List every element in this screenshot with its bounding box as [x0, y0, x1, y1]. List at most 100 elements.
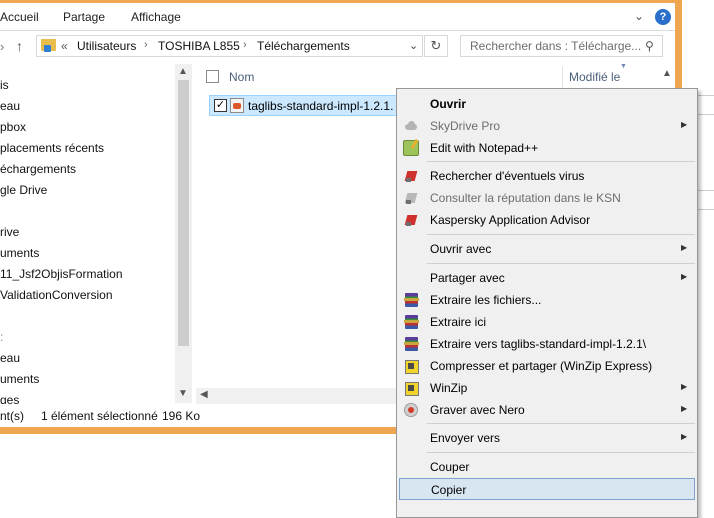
- nav-item-bureau[interactable]: eau: [0, 351, 20, 365]
- status-size: 196 Ko: [162, 409, 201, 423]
- menu-item-label: WinZip: [430, 381, 468, 395]
- nav-scroll-thumb[interactable]: [178, 80, 189, 346]
- ribbon-tabs: Accueil Partage Affichage ⌄ ?: [0, 3, 675, 31]
- search-box[interactable]: Rechercher dans : Télécharge... ⚲: [460, 35, 663, 57]
- menu-item-extraire-ici[interactable]: Extraire ici: [399, 311, 695, 333]
- menu-item-winzip[interactable]: WinZip ▶: [399, 377, 695, 399]
- column-divider[interactable]: [562, 66, 563, 88]
- up-arrow-icon[interactable]: ↑: [16, 38, 23, 54]
- nav-item-documents[interactable]: uments: [0, 372, 39, 386]
- submenu-arrow-icon: ▶: [681, 272, 688, 281]
- tab-accueil[interactable]: Accueil: [0, 10, 39, 24]
- search-input[interactable]: Rechercher dans : Télécharge...: [470, 39, 641, 53]
- menu-separator: [427, 423, 695, 424]
- menu-item-partager-avec[interactable]: Partager avec ▶: [399, 267, 695, 289]
- menu-item-label: Extraire ici: [430, 315, 487, 329]
- chevron-down-icon[interactable]: ⌄: [634, 9, 644, 23]
- submenu-arrow-icon: ▶: [681, 432, 688, 441]
- menu-item-label: SkyDrive Pro: [430, 119, 501, 133]
- nav-item-validation-conversion[interactable]: ValidationConversion: [0, 288, 113, 302]
- nav-scrollbar[interactable]: ▲ ▼: [175, 64, 192, 403]
- refresh-button[interactable]: ↻: [424, 35, 448, 57]
- address-row: › ↑ « Utilisateurs › TOSHIBA L855 › Télé…: [0, 31, 675, 62]
- nav-item-emplacements-recents[interactable]: placements récents: [0, 141, 104, 155]
- menu-item-winzip-express[interactable]: Compresser et partager (WinZip Express): [399, 355, 695, 377]
- nero-icon: [403, 402, 419, 418]
- nav-item-documents[interactable]: uments: [0, 246, 39, 260]
- menu-item-label: Ouvrir: [430, 97, 467, 111]
- menu-item-label: Extraire les fichiers...: [430, 293, 542, 307]
- sort-indicator-icon: ▼: [620, 63, 627, 70]
- submenu-arrow-icon: ▶: [681, 404, 688, 413]
- winrar-icon: [403, 292, 419, 308]
- address-bar[interactable]: « Utilisateurs › TOSHIBA L855 › Téléchar…: [36, 35, 423, 57]
- column-header-date[interactable]: Modifié le: [569, 70, 620, 84]
- winzip-icon: [403, 358, 419, 374]
- menu-item-skydrive-pro[interactable]: SkyDrive Pro ▶: [399, 115, 695, 137]
- nav-item[interactable]: :: [0, 330, 3, 344]
- file-row[interactable]: ✓ taglibs-standard-impl-1.2.1.: [209, 95, 397, 116]
- menu-separator: [427, 234, 695, 235]
- menu-item-copier[interactable]: Copier: [399, 478, 695, 500]
- menu-item-label: Rechercher d'éventuels virus: [430, 169, 585, 183]
- nav-item-dropbox[interactable]: pbox: [0, 120, 26, 134]
- menu-item-label: Envoyer vers: [430, 431, 501, 445]
- chevron-down-icon[interactable]: ⌄: [409, 39, 418, 52]
- breadcrumb-utilisateurs[interactable]: Utilisateurs: [77, 39, 136, 53]
- menu-item-kaspersky-advisor[interactable]: Kaspersky Application Advisor: [399, 209, 695, 231]
- kaspersky-icon: [403, 212, 419, 228]
- breadcrumb-separator[interactable]: ›: [144, 39, 148, 51]
- menu-item-extraire-fichiers[interactable]: Extraire les fichiers...: [399, 289, 695, 311]
- breadcrumb-telechargements[interactable]: Téléchargements: [257, 39, 350, 53]
- kaspersky-icon: [403, 190, 419, 206]
- menu-item-label: Copier: [431, 483, 467, 497]
- nav-item[interactable]: is: [0, 78, 9, 92]
- menu-item-label: Edit with Notepad++: [430, 141, 539, 155]
- notepad-plus-plus-icon: [403, 140, 419, 156]
- menu-item-ouvrir-avec[interactable]: Ouvrir avec ▶: [399, 238, 695, 260]
- nav-item-telechargements[interactable]: échargements: [0, 162, 76, 176]
- submenu-arrow-icon: ▶: [681, 243, 688, 252]
- nav-item-onedrive[interactable]: rive: [0, 225, 19, 239]
- scroll-up-icon[interactable]: ▲: [178, 66, 188, 77]
- menu-item-label: Extraire vers taglibs-standard-impl-1.2.…: [430, 337, 647, 351]
- row-checkbox[interactable]: ✓: [214, 99, 227, 112]
- menu-item-label: Couper: [430, 460, 470, 474]
- menu-item-label: Ouvrir avec: [430, 242, 492, 256]
- menu-item-graver-nero[interactable]: Graver avec Nero ▶: [399, 399, 695, 421]
- tab-partage[interactable]: Partage: [63, 10, 105, 24]
- refresh-icon: ↻: [430, 38, 442, 53]
- cloud-icon: [403, 118, 419, 134]
- menu-item-ouvrir[interactable]: Ouvrir: [399, 93, 695, 115]
- column-header-name[interactable]: Nom: [229, 70, 254, 84]
- menu-item-envoyer-vers[interactable]: Envoyer vers ▶: [399, 427, 695, 449]
- help-icon[interactable]: ?: [655, 9, 671, 25]
- winzip-icon: [403, 380, 419, 396]
- select-all-checkbox[interactable]: [206, 70, 219, 83]
- breadcrumb-toshiba[interactable]: TOSHIBA L855: [158, 39, 240, 53]
- address-overflow[interactable]: «: [61, 39, 68, 53]
- menu-item-label: Consulter la réputation dans le KSN: [430, 191, 621, 205]
- back-arrow-icon[interactable]: ›: [0, 39, 4, 54]
- navigation-pane: is eau pbox placements récents échargeme…: [0, 62, 193, 404]
- nav-item-google-drive[interactable]: gle Drive: [0, 183, 47, 197]
- menu-item-edit-notepad[interactable]: Edit with Notepad++: [399, 137, 695, 159]
- menu-item-couper[interactable]: Couper: [399, 456, 695, 478]
- horizontal-scrollbar[interactable]: ◀: [196, 388, 398, 404]
- scroll-left-icon[interactable]: ◀: [200, 389, 208, 400]
- file-name[interactable]: taglibs-standard-impl-1.2.1.: [248, 99, 393, 113]
- breadcrumb-separator[interactable]: ›: [243, 39, 247, 51]
- nav-item-jsf2-formation[interactable]: 11_Jsf2ObjisFormation: [0, 267, 123, 281]
- menu-item-extraire-vers[interactable]: Extraire vers taglibs-standard-impl-1.2.…: [399, 333, 695, 355]
- status-item-count: nt(s): [0, 409, 24, 423]
- nav-item[interactable]: eau: [0, 99, 20, 113]
- nav-item-images[interactable]: ges: [0, 393, 19, 404]
- scroll-up-icon[interactable]: ▲: [662, 68, 672, 79]
- tab-affichage[interactable]: Affichage: [131, 10, 181, 24]
- scroll-down-icon[interactable]: ▼: [178, 388, 188, 399]
- submenu-arrow-icon: ▶: [681, 120, 688, 129]
- context-menu: Ouvrir SkyDrive Pro ▶ Edit with Notepad+…: [396, 88, 698, 518]
- menu-item-scan-virus[interactable]: Rechercher d'éventuels virus: [399, 165, 695, 187]
- search-icon: ⚲: [645, 39, 654, 53]
- menu-item-ksn-reputation[interactable]: Consulter la réputation dans le KSN: [399, 187, 695, 209]
